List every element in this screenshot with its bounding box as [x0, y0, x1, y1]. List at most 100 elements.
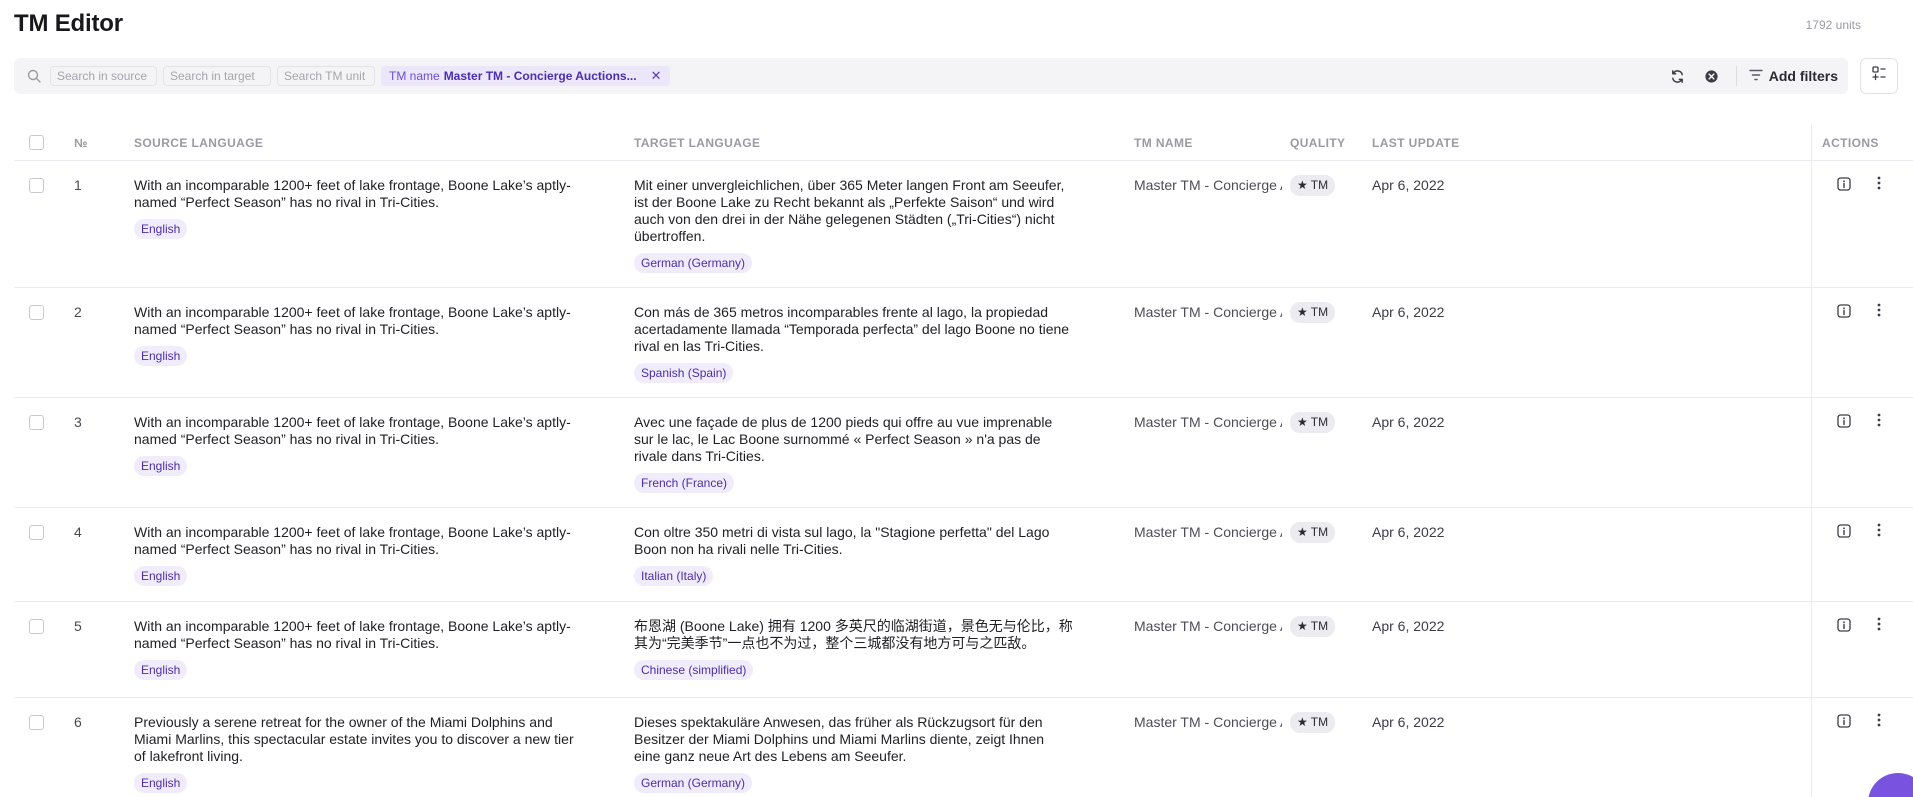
tm-chip-key: TM name [389, 69, 440, 83]
row-checkbox[interactable] [29, 415, 44, 430]
source-text[interactable]: Previously a serene retreat for the owne… [134, 714, 574, 765]
col-quality[interactable]: QUALITY [1290, 136, 1345, 150]
target-text[interactable]: Con oltre 350 metri di vista sul lago, l… [634, 524, 1074, 558]
refresh-icon[interactable] [1666, 64, 1690, 88]
table-row[interactable]: 4 With an incomparable 1200+ feet of lak… [14, 508, 1913, 602]
actions-divider [1811, 125, 1812, 160]
row-checkbox[interactable] [29, 715, 44, 730]
more-menu-icon[interactable] [1871, 522, 1887, 538]
quality-label: TM [1310, 525, 1329, 539]
quality-badge: ★ TM [1290, 175, 1336, 196]
row-number: 5 [74, 618, 82, 634]
source-text[interactable]: With an incomparable 1200+ feet of lake … [134, 524, 574, 558]
target-text[interactable]: 布恩湖 (Boone Lake) 拥有 1200 多英尺的临湖街道，景色无与伦比… [634, 618, 1074, 652]
quality-badge: ★ TM [1290, 522, 1336, 543]
target-text[interactable]: Avec une façade de plus de 1200 pieds qu… [634, 414, 1074, 465]
tm-name: Master TM - Concierge Auctions [1134, 304, 1282, 320]
source-language-badge: English [134, 660, 188, 680]
info-icon[interactable] [1836, 413, 1852, 429]
table-row[interactable]: 2 With an incomparable 1200+ feet of lak… [14, 288, 1913, 398]
close-icon[interactable]: ✕ [651, 68, 662, 84]
target-language-badge: Spanish (Spain) [634, 363, 734, 383]
target-language-badge: German (Germany) [634, 253, 753, 273]
last-update: Apr 6, 2022 [1372, 177, 1445, 193]
col-source-language[interactable]: SOURCE LANGUAGE [134, 136, 263, 150]
col-last-update[interactable]: LAST UPDATE [1372, 136, 1460, 150]
table-row[interactable]: 6 Previously a serene retreat for the ow… [14, 698, 1913, 797]
row-number: 2 [74, 304, 82, 320]
column-settings-button[interactable] [1860, 58, 1898, 94]
row-number: 3 [74, 414, 82, 430]
table-header: № SOURCE LANGUAGE TARGET LANGUAGE TM NAM… [14, 125, 1913, 161]
more-menu-icon[interactable] [1871, 616, 1887, 632]
quality-label: TM [1310, 715, 1329, 729]
star-icon: ★ [1297, 525, 1308, 539]
target-language-badge: French (France) [634, 473, 735, 493]
add-filters-button[interactable]: Add filters [1749, 68, 1838, 84]
more-menu-icon[interactable] [1871, 712, 1887, 728]
table-row[interactable]: 1 With an incomparable 1200+ feet of lak… [14, 161, 1913, 288]
target-language-badge: Chinese (simplified) [634, 660, 754, 680]
info-icon[interactable] [1836, 523, 1852, 539]
tm-name: Master TM - Concierge Auctions [1134, 524, 1282, 540]
row-checkbox[interactable] [29, 619, 44, 634]
target-text[interactable]: Mit einer unvergleichlichen, über 365 Me… [634, 177, 1074, 245]
source-text[interactable]: With an incomparable 1200+ feet of lake … [134, 177, 574, 211]
more-menu-icon[interactable] [1871, 175, 1887, 191]
info-icon[interactable] [1836, 176, 1852, 192]
info-icon[interactable] [1836, 713, 1852, 729]
source-language-badge: English [134, 773, 188, 793]
tm-name: Master TM - Concierge Auctions [1134, 414, 1282, 430]
search-target-input[interactable] [163, 66, 271, 86]
source-text[interactable]: With an incomparable 1200+ feet of lake … [134, 304, 574, 338]
info-icon[interactable] [1836, 617, 1852, 633]
source-language-badge: English [134, 566, 188, 586]
quality-label: TM [1310, 305, 1329, 319]
filter-bar-actions: Add filters [1666, 58, 1848, 94]
more-menu-icon[interactable] [1871, 412, 1887, 428]
actions-divider [1811, 398, 1812, 507]
target-text[interactable]: Con más de 365 metros incomparables fren… [634, 304, 1074, 355]
last-update: Apr 6, 2022 [1372, 618, 1445, 634]
row-checkbox[interactable] [29, 305, 44, 320]
add-filters-label: Add filters [1768, 68, 1838, 84]
star-icon: ★ [1297, 178, 1308, 192]
table-row[interactable]: 5 With an incomparable 1200+ feet of lak… [14, 602, 1913, 698]
quality-label: TM [1310, 619, 1329, 633]
clear-filters-icon[interactable] [1700, 64, 1724, 88]
search-source-input[interactable] [50, 66, 157, 86]
target-language-badge: German (Germany) [634, 773, 753, 793]
quality-badge: ★ TM [1290, 302, 1336, 323]
star-icon: ★ [1297, 619, 1308, 633]
tm-name: Master TM - Concierge Auctions [1134, 177, 1282, 193]
more-menu-icon[interactable] [1871, 302, 1887, 318]
quality-badge: ★ TM [1290, 712, 1336, 733]
col-tm-name[interactable]: TM NAME [1134, 136, 1193, 150]
source-text[interactable]: With an incomparable 1200+ feet of lake … [134, 414, 574, 448]
actions-divider [1811, 288, 1812, 397]
source-text[interactable]: With an incomparable 1200+ feet of lake … [134, 618, 574, 652]
source-language-badge: English [134, 346, 188, 366]
table-row[interactable]: 3 With an incomparable 1200+ feet of lak… [14, 398, 1913, 508]
row-checkbox[interactable] [29, 178, 44, 193]
actions-divider [1811, 602, 1812, 697]
units-count: 1792 units [1805, 18, 1861, 32]
actions-divider [1811, 161, 1812, 287]
last-update: Apr 6, 2022 [1372, 524, 1445, 540]
star-icon: ★ [1297, 715, 1308, 729]
tm-chip-value: Master TM - Concierge Auctions... [443, 69, 637, 83]
info-icon[interactable] [1836, 303, 1852, 319]
col-actions: ACTIONS [1822, 136, 1879, 150]
actions-divider [1811, 508, 1812, 601]
target-text[interactable]: Dieses spektakuläre Anwesen, das früher … [634, 714, 1074, 765]
col-number: № [74, 136, 88, 150]
select-all-checkbox[interactable] [29, 135, 44, 150]
filter-bar: TM name Master TM - Concierge Auctions..… [14, 58, 1848, 94]
star-icon: ★ [1297, 305, 1308, 319]
last-update: Apr 6, 2022 [1372, 414, 1445, 430]
col-target-language[interactable]: TARGET LANGUAGE [634, 136, 760, 150]
divider [1735, 66, 1737, 86]
tm-name-filter-chip[interactable]: TM name Master TM - Concierge Auctions..… [381, 66, 670, 86]
search-unit-input[interactable] [277, 66, 375, 86]
row-checkbox[interactable] [29, 525, 44, 540]
